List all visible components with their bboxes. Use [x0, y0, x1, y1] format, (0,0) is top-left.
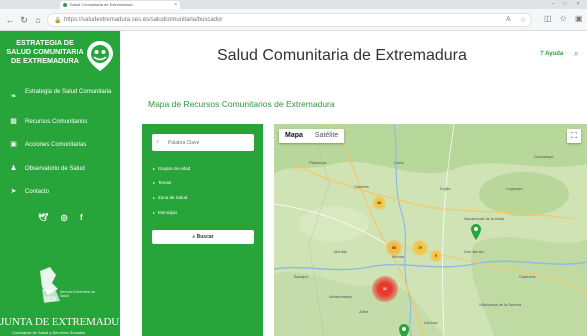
map-place-trujillo: Trujillo — [439, 186, 451, 191]
collections-icon[interactable]: ▣ — [575, 14, 583, 23]
home-icon[interactable]: ⌂ — [32, 15, 44, 25]
read-aloud-icon[interactable]: A — [506, 16, 511, 23]
search-button-label: Buscar — [196, 234, 214, 240]
map-marker-icon[interactable] — [471, 224, 481, 240]
tab-satelite[interactable]: Satélite — [309, 129, 344, 143]
site-title: Salud Comunitaria de Extremadura — [217, 47, 467, 64]
close-window-icon[interactable]: × — [573, 1, 583, 8]
back-icon[interactable]: ← — [4, 15, 16, 25]
map-cluster[interactable]: 9 — [430, 250, 442, 262]
junta-logo-text: JUNTA DE EXTREMADURA — [0, 316, 134, 328]
favorite-star-icon[interactable]: ☆ — [520, 16, 526, 24]
fullscreen-icon[interactable]: ⛶ — [567, 129, 581, 143]
junta-subtitle: Consejería de Salud y Servicios Sociales — [12, 330, 85, 335]
maximize-icon[interactable]: □ — [560, 1, 570, 8]
sidebar: ❧ Estrategia de Salud Comunitaria ▦ Recu… — [0, 79, 134, 336]
map-cluster[interactable]: 79 — [412, 240, 428, 256]
filter-panel: ⌕ Grupos de edad Temas Zona de Salud Mun… — [142, 124, 263, 336]
social-links: 🕊 ◎ f — [38, 207, 91, 225]
site-header: ESTRATEGIA DE SALUD COMUNITARIA DE EXTRE… — [0, 31, 587, 79]
map-type-tabs: Mapa Satélite — [279, 129, 345, 143]
filter-municipio[interactable]: Municipio — [153, 210, 177, 215]
filter-grupos-edad[interactable]: Grupos de edad — [153, 166, 190, 171]
map-place-don-benito: Don Benito — [464, 249, 484, 254]
keyword-search-input[interactable] — [152, 134, 254, 151]
minimize-icon[interactable]: – — [548, 1, 558, 8]
close-tab-icon[interactable]: × — [174, 1, 177, 9]
resource-map[interactable]: Cáceres Trujillo Mérida Badajoz Navalmor… — [274, 124, 587, 336]
grid-icon: ▦ — [10, 118, 17, 125]
browser-toolbar: ← ↻ ⌂ 🔒 https://saludextremadura.ses.es/… — [0, 9, 587, 31]
location-pin-logo-icon — [87, 41, 113, 71]
map-place-zafra: Zafra — [359, 309, 369, 314]
map-cluster[interactable]: 56 — [386, 240, 402, 256]
lock-icon: 🔒 — [54, 18, 62, 24]
tab-title: Salud Comunitaria de Extremadura — [70, 2, 133, 7]
ses-subtitle: Servicio Extremeño de Salud — [60, 290, 96, 298]
browser-tab[interactable]: Salud Comunitaria de Extremadura × — [60, 1, 180, 9]
map-cluster[interactable]: 46 — [372, 196, 386, 210]
url-text: https://saludextremadura.ses.es/saludcom… — [64, 17, 223, 23]
map-place-guadalupe: Guadalupe — [534, 154, 554, 159]
map-place-montijo: Montijo — [334, 249, 347, 254]
map-place-caceres: Cáceres — [354, 184, 369, 189]
tab-mapa[interactable]: Mapa — [279, 129, 309, 143]
map-marker-icon[interactable] — [399, 324, 409, 336]
filter-temas[interactable]: Temas — [153, 180, 171, 185]
clipboard-icon: ▣ — [10, 141, 17, 148]
leaf-icon: ❧ — [10, 93, 17, 100]
split-view-icon[interactable]: ◫ — [544, 14, 552, 23]
map-place-coria: Coria — [394, 160, 404, 165]
map-place-plasencia: Plasencia — [309, 160, 327, 165]
map-place-almendralejo: Almendralejo — [329, 294, 353, 299]
refresh-icon[interactable]: ↻ — [18, 15, 30, 25]
map-place-villanueva: Villanueva de la Serena — [479, 302, 522, 307]
instagram-icon[interactable]: ◎ — [61, 213, 68, 222]
logo-text: ESTRATEGIA DE SALUD COMUNITARIA DE EXTRE… — [6, 38, 84, 65]
map-place-logrosan: Logrosán — [506, 186, 523, 191]
address-bar[interactable]: 🔒 https://saludextremadura.ses.es/saludc… — [47, 13, 532, 27]
map-cluster[interactable]: 31 — [372, 276, 398, 302]
facebook-icon[interactable]: f — [80, 213, 83, 222]
person-icon: ♟ — [10, 165, 17, 172]
search-button[interactable]: ⌕ Buscar — [152, 230, 254, 244]
search-icon: ⌕ — [156, 139, 160, 145]
filter-zona-salud[interactable]: Zona de Salud — [153, 195, 187, 200]
browser-tabbar: Salud Comunitaria de Extremadura × – □ × — [0, 0, 587, 9]
page-title: Mapa de Recursos Comunitarios de Extrema… — [148, 99, 335, 109]
search-icon[interactable]: ⌕ — [574, 49, 578, 59]
map-place-navalmoral: Navalmoral de la Mata — [464, 216, 505, 221]
rocket-icon: ➤ — [10, 188, 17, 195]
ses-label: SES — [44, 297, 57, 303]
help-link[interactable]: ? Ayuda — [540, 51, 563, 57]
favicon-icon — [63, 3, 67, 7]
map-place-castuera: Castuera — [519, 274, 536, 279]
strategy-logo[interactable]: ESTRATEGIA DE SALUD COMUNITARIA DE EXTRE… — [0, 31, 120, 79]
favorites-icon[interactable]: ✩ — [560, 14, 567, 23]
map-place-llerena: Llerena — [424, 320, 438, 325]
twitter-icon[interactable]: 🕊 — [38, 213, 48, 222]
map-place-badajoz: Badajoz — [294, 274, 309, 279]
